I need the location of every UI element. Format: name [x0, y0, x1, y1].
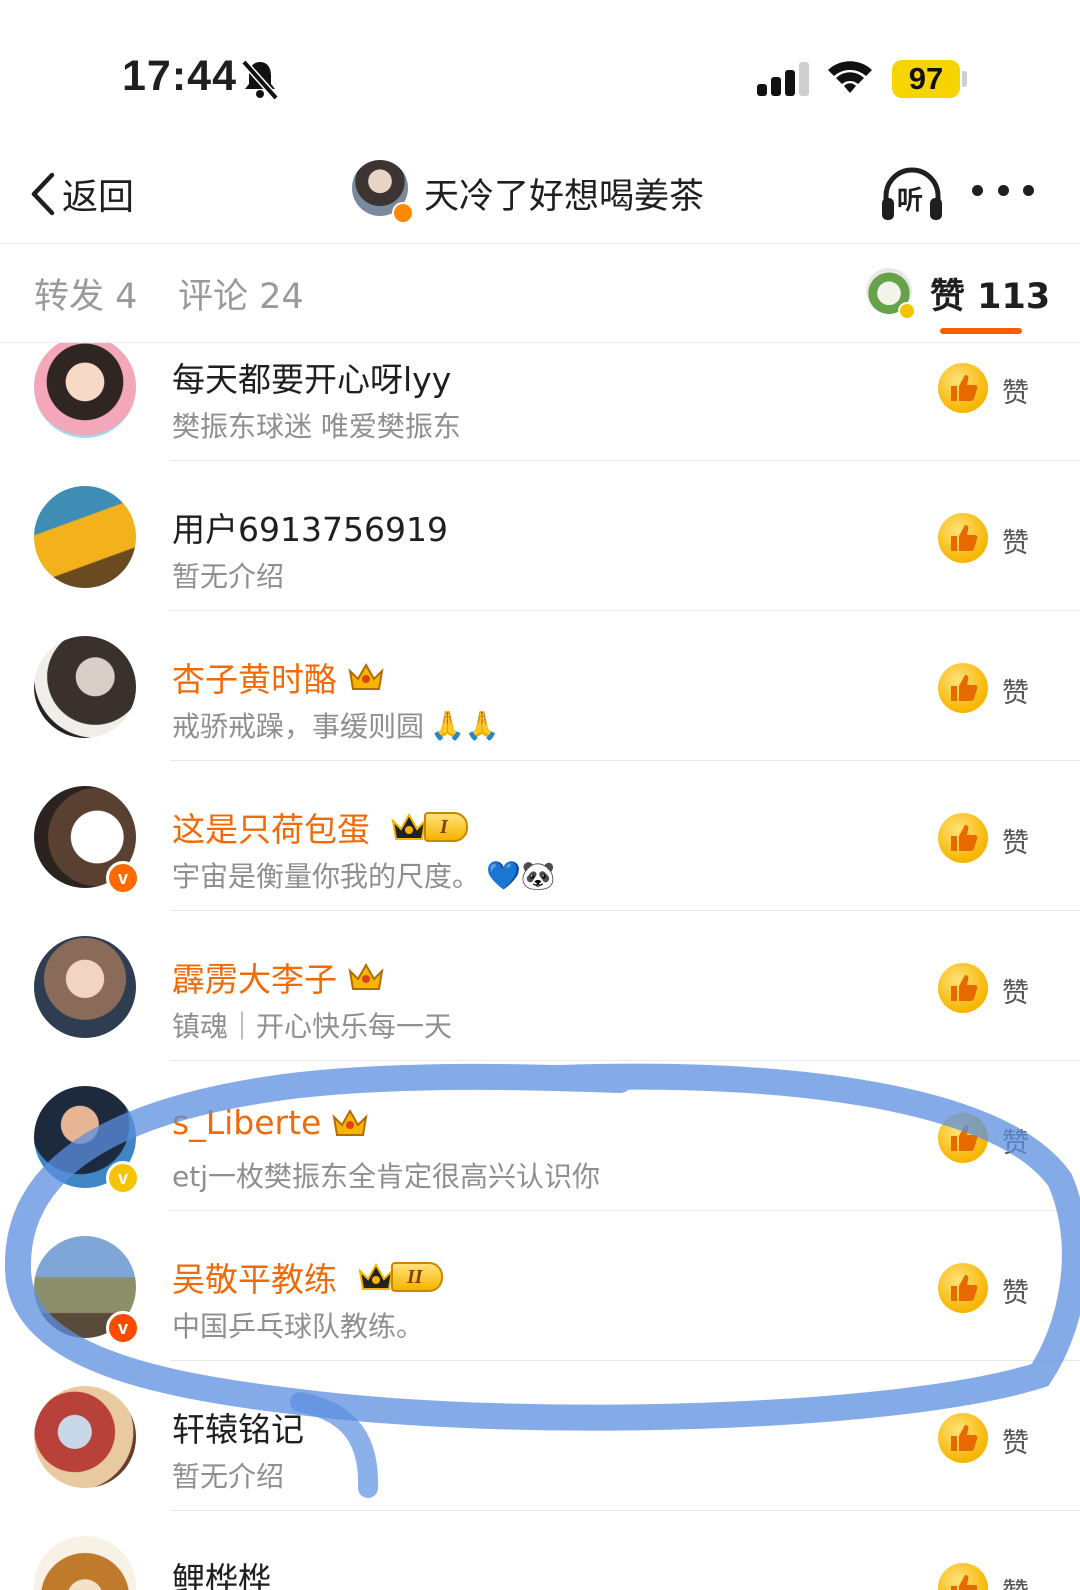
more-dot-icon [997, 184, 1009, 196]
thumbs-up-icon [938, 1263, 988, 1313]
like-button[interactable]: 赞 [938, 1113, 1038, 1163]
avatar[interactable] [34, 343, 136, 438]
thumbs-up-icon [938, 363, 988, 413]
like-button[interactable]: 赞 [938, 1413, 1038, 1463]
level-tag: II [391, 1262, 443, 1292]
crown-icon [332, 1108, 368, 1136]
liker-name[interactable]: 吴敬平教练 II [172, 1253, 443, 1301]
like-button[interactable]: 赞 [938, 663, 1038, 713]
crown-icon [391, 812, 427, 840]
list-item[interactable]: 杏子黄时酪 戒骄戒躁，事缓则圆 🙏🙏 赞 [0, 611, 1080, 761]
liker-name[interactable]: 这是只荷包蛋 I [172, 803, 468, 851]
thumbs-up-icon [938, 1413, 988, 1463]
avatar[interactable] [34, 636, 136, 738]
liker-desc: 镇魂｜开心快乐每一天 [172, 1010, 453, 1043]
page-title: 天冷了好想喝姜茶 [424, 177, 705, 217]
liker-name[interactable]: 鲤桦桦 [172, 1553, 271, 1590]
emoji: 💙🐼 [486, 858, 556, 892]
more-dot-icon [1023, 184, 1034, 196]
verified-badge [392, 202, 414, 224]
list-item[interactable]: 用户6913756919 暂无介绍 赞 [0, 461, 1080, 611]
status-bar: 17:44 97 [0, 0, 1080, 150]
thumbs-up-icon [938, 813, 988, 863]
thumbs-up-icon [938, 663, 988, 713]
verified-badge [898, 302, 916, 320]
wifi-icon [828, 61, 872, 93]
vip-level-badge: I [380, 811, 468, 843]
like-label: 赞 [1002, 1128, 1029, 1159]
crown-icon [348, 662, 384, 690]
thumbs-up-icon [938, 1113, 988, 1163]
list-item[interactable]: v 吴敬平教练 II 中国乒乓球队教练。 赞 [0, 1211, 1080, 1361]
liker-name[interactable]: 杏子黄时酪 [172, 653, 385, 701]
back-label: 返回 [62, 177, 135, 218]
nav-header: 返回 天冷了好想喝姜茶 听 [0, 150, 1080, 242]
crown-icon [358, 1262, 394, 1290]
list-item[interactable]: v s_Liberte etj一枚樊振东全肯定很高兴认识你 赞 [0, 1061, 1080, 1211]
like-label: 赞 [1002, 1428, 1029, 1459]
verified-badge: v [106, 1161, 140, 1195]
list-item[interactable]: v 这是只荷包蛋 I 宇宙是衡量你我的尺度。 💙🐼 赞 [0, 761, 1080, 911]
like-label: 赞 [1002, 378, 1029, 409]
liker-desc: 戒骄戒躁，事缓则圆 🙏🙏 [172, 708, 500, 744]
like-label: 赞 [1002, 978, 1029, 1009]
thumbs-up-icon [938, 513, 988, 563]
battery-indicator: 97 [892, 60, 960, 98]
chevron-left-icon [31, 172, 55, 216]
list-item[interactable]: 轩辕铭记 暂无介绍 赞 [0, 1361, 1080, 1511]
liker-name[interactable]: 霹雳大李子 [172, 953, 385, 1001]
liker-desc: 暂无介绍 [172, 1460, 285, 1493]
listen-button[interactable]: 听 [880, 164, 944, 222]
thumbs-up-icon [938, 1563, 988, 1590]
liker-desc: 暂无介绍 [172, 560, 285, 593]
liker-desc: 中国乒乓球队教练。 [172, 1310, 425, 1343]
like-button[interactable]: 赞 [938, 963, 1038, 1013]
battery-tip [962, 71, 967, 87]
like-label: 赞 [1002, 1278, 1029, 1309]
like-button[interactable]: 赞 [938, 1263, 1038, 1313]
tab-repost[interactable]: 转发 4 [34, 268, 137, 319]
active-tab-indicator [940, 328, 1022, 334]
avatar[interactable] [34, 486, 136, 588]
liker-name[interactable]: s_Liberte [172, 1103, 369, 1142]
tab-bar: 转发 4 评论 24 赞 113 [0, 244, 1080, 342]
liker-desc: 宇宙是衡量你我的尺度。 💙🐼 [172, 858, 556, 894]
list-item[interactable]: 每天都要开心呀lyy 樊振东球迷 唯爱樊振东 赞 [0, 343, 1080, 461]
liker-name[interactable]: 用户6913756919 [172, 503, 448, 551]
back-button[interactable]: 返回 [28, 164, 134, 224]
signal-icon [757, 62, 809, 96]
like-label: 赞 [1002, 1571, 1029, 1590]
like-button[interactable]: 赞 [938, 813, 1038, 863]
crown-icon [348, 962, 384, 990]
listen-label: 听 [897, 186, 924, 216]
like-label: 赞 [1002, 828, 1029, 859]
level-tag: I [424, 812, 468, 842]
like-button[interactable]: 赞 [938, 1563, 1038, 1590]
like-label: 赞 [1002, 528, 1029, 559]
liker-name[interactable]: 每天都要开心呀lyy [172, 353, 451, 401]
list-item[interactable]: 鲤桦桦 赞 [0, 1511, 1080, 1590]
bell-off-icon [241, 59, 279, 100]
verified-badge: v [106, 861, 140, 895]
more-options-button[interactable] [972, 178, 1034, 202]
more-dot-icon [972, 184, 983, 196]
tab-comment[interactable]: 评论 24 [178, 268, 304, 319]
avatar[interactable] [34, 936, 136, 1038]
thumbs-up-icon [938, 963, 988, 1013]
verified-badge: v [106, 1311, 140, 1345]
liker-list: 每天都要开心呀lyy 樊振东球迷 唯爱樊振东 赞 用户6913756919 暂无… [0, 343, 1080, 1590]
avatar[interactable] [34, 1536, 136, 1590]
list-item[interactable]: 霹雳大李子 镇魂｜开心快乐每一天 赞 [0, 911, 1080, 1061]
vip-level-badge: II [347, 1261, 443, 1293]
tab-like[interactable]: 赞 113 [930, 268, 1050, 319]
avatar[interactable] [34, 1386, 136, 1488]
liker-name[interactable]: 轩辕铭记 [172, 1403, 304, 1451]
like-button[interactable]: 赞 [938, 513, 1038, 563]
emoji: 🙏🙏 [430, 708, 500, 742]
like-label: 赞 [1002, 678, 1029, 709]
liker-desc: 樊振东球迷 唯爱樊振东 [172, 410, 461, 443]
like-button[interactable]: 赞 [938, 363, 1038, 413]
liker-desc: etj一枚樊振东全肯定很高兴认识你 [172, 1160, 600, 1193]
status-time: 17:44 [122, 52, 237, 100]
